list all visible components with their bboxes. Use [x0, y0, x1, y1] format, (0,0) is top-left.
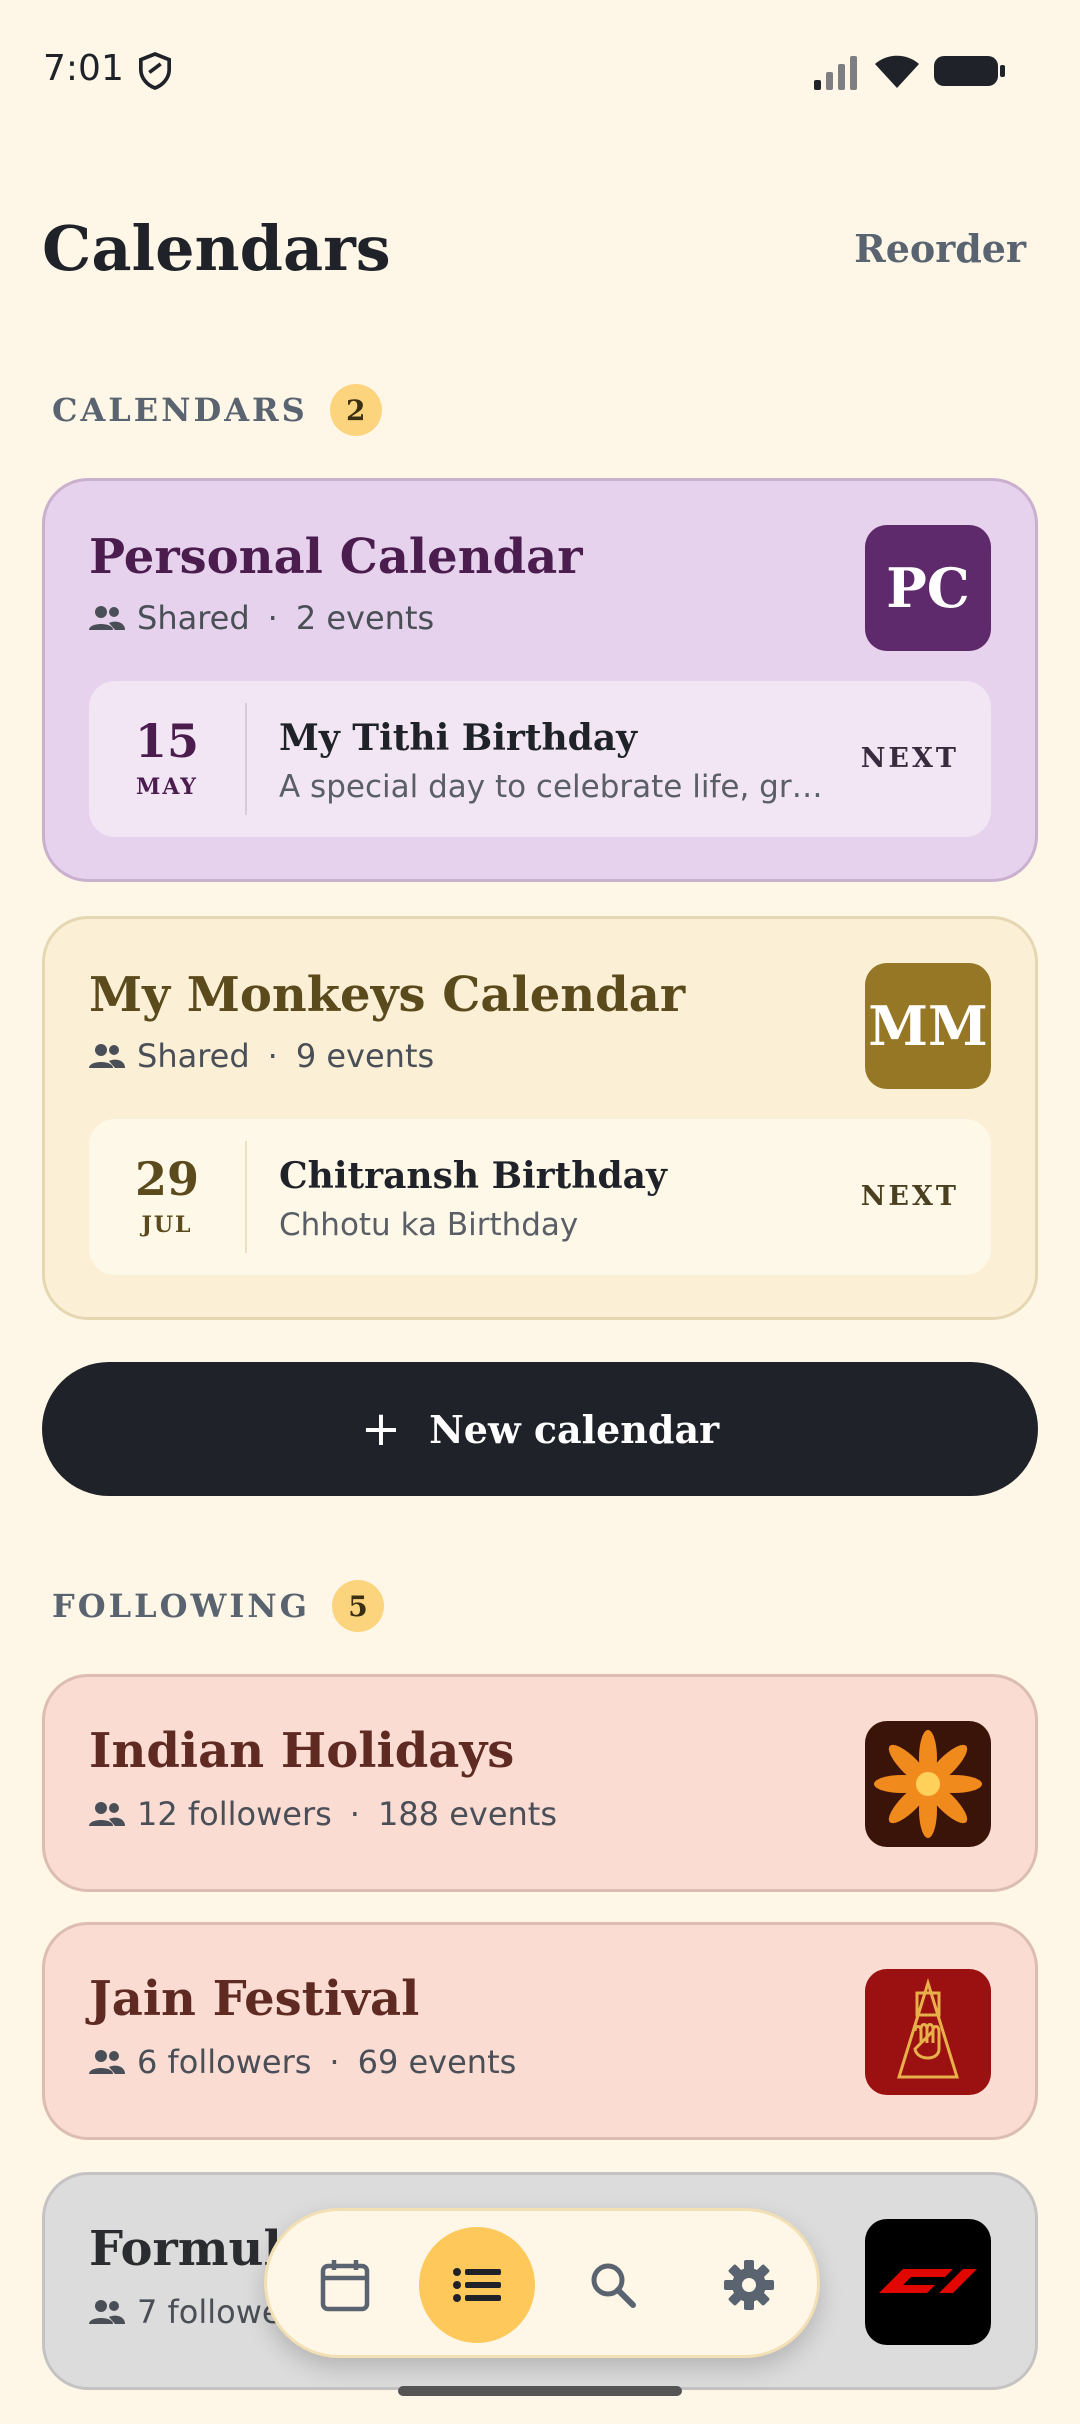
follower-count: 12 followers: [137, 1795, 332, 1833]
event-description: Chhotu ka Birthday: [279, 1207, 579, 1243]
plus-icon: +: [360, 1401, 402, 1457]
signal-icon: [814, 56, 857, 90]
shared-label: Shared: [137, 1037, 250, 1075]
calendar-meta: 7 followe: [89, 2293, 282, 2331]
nav-list[interactable]: [419, 2227, 535, 2343]
shared-label: Shared: [137, 599, 250, 637]
page-title: Calendars: [42, 212, 391, 285]
search-icon: [591, 2263, 636, 2308]
calendar-title: Personal Calendar: [89, 529, 583, 585]
people-icon: [89, 1802, 125, 1826]
event-title: My Tithi Birthday: [279, 717, 638, 759]
count-badge: 5: [331, 1580, 384, 1632]
event-date: 29 JUL: [89, 1119, 245, 1275]
shield-icon: [138, 52, 172, 90]
status-bar: 7:01: [0, 0, 1080, 140]
new-calendar-label: New calendar: [429, 1406, 720, 1452]
separator-dot: ·: [349, 1795, 360, 1833]
calendar-meta: Shared · 9 events: [89, 1037, 434, 1075]
calendar-card-monkeys[interactable]: My Monkeys Calendar Shared · 9 events MM…: [42, 916, 1038, 1320]
event-count: 188 events: [377, 1795, 558, 1833]
section-label: CALENDARS: [52, 391, 308, 429]
bottom-nav: [264, 2208, 820, 2358]
separator-dot: ·: [267, 1037, 278, 1075]
event-count: 2 events: [295, 599, 435, 637]
next-tag: NEXT: [860, 1181, 959, 1212]
event-description: A special day to celebrate life, gratitu…: [279, 769, 839, 805]
status-time: 7:01: [43, 48, 124, 89]
calendar-title: Jain Festival: [89, 1971, 420, 2027]
event-day: 29: [134, 1152, 199, 1206]
calendar-title: Indian Holidays: [89, 1723, 515, 1779]
event-count: 9 events: [295, 1037, 435, 1075]
jain-symbol-icon: [865, 1969, 991, 2095]
event-month: JUL: [141, 1212, 193, 1238]
home-indicator[interactable]: [398, 2386, 682, 2396]
next-tag: NEXT: [860, 743, 959, 774]
event-month: MAY: [135, 774, 199, 800]
nav-search[interactable]: [555, 2227, 671, 2343]
people-icon: [89, 606, 125, 630]
gear-icon: [724, 2260, 774, 2310]
separator-dot: ·: [267, 599, 278, 637]
calendar-meta: 12 followers · 188 events: [89, 1795, 557, 1833]
reorder-button[interactable]: Reorder: [854, 226, 1026, 271]
battery-icon: [934, 56, 1005, 86]
people-icon: [89, 2300, 125, 2324]
section-label: FOLLOWING: [52, 1587, 310, 1625]
calendar-avatar: MM: [865, 963, 991, 1089]
calendars-section-header: CALENDARS 2: [52, 384, 382, 436]
next-event[interactable]: 29 JUL Chitransh Birthday Chhotu ka Birt…: [89, 1119, 991, 1275]
calendar-meta: Shared · 2 events: [89, 599, 434, 637]
divider: [245, 703, 247, 815]
wifi-icon: [875, 55, 919, 88]
following-card-indian-holidays[interactable]: Indian Holidays 12 followers · 188 event…: [42, 1674, 1038, 1892]
calendar-card-personal[interactable]: Personal Calendar Shared · 2 events PC 1…: [42, 478, 1038, 882]
people-icon: [89, 1044, 125, 1068]
calendar-icon: [320, 2260, 370, 2312]
calendar-avatar: PC: [865, 525, 991, 651]
following-section-header: FOLLOWING 5: [52, 1580, 384, 1632]
calendar-title: My Monkeys Calendar: [89, 967, 686, 1023]
count-badge: 2: [329, 384, 382, 436]
separator-dot: ·: [329, 2043, 340, 2081]
lotus-icon: [865, 1721, 991, 1847]
follower-count: 7 followe: [137, 2293, 282, 2331]
follower-count: 6 followers: [137, 2043, 312, 2081]
event-date: 15 MAY: [89, 681, 245, 837]
calendar-meta: 6 followers · 69 events: [89, 2043, 516, 2081]
people-icon: [89, 2050, 125, 2074]
nav-calendar[interactable]: [287, 2227, 403, 2343]
event-count: 69 events: [357, 2043, 517, 2081]
new-calendar-button[interactable]: + New calendar: [42, 1362, 1038, 1496]
list-icon: [453, 2268, 501, 2302]
event-day: 15: [134, 714, 199, 768]
next-event[interactable]: 15 MAY My Tithi Birthday A special day t…: [89, 681, 991, 837]
divider: [245, 1141, 247, 1253]
f1-logo-icon: [865, 2219, 991, 2345]
event-title: Chitransh Birthday: [279, 1155, 667, 1197]
nav-settings[interactable]: [691, 2227, 807, 2343]
following-card-jain-festival[interactable]: Jain Festival 6 followers · 69 events: [42, 1922, 1038, 2140]
